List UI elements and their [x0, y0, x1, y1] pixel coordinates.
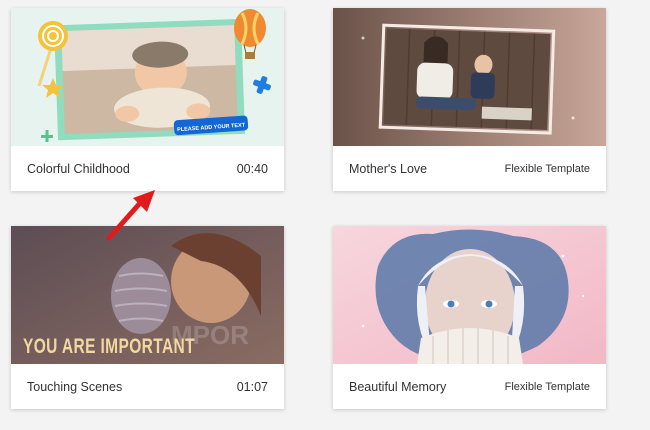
- template-card-touching-scenes[interactable]: MPOR YOU ARE IMPORTANT Touching Scenes 0…: [11, 226, 284, 409]
- template-title: Touching Scenes: [27, 379, 123, 394]
- template-footer: Beautiful Memory Flexible Template: [333, 364, 606, 409]
- template-type-label: Flexible Template: [504, 162, 590, 175]
- template-footer: Mother's Love Flexible Template: [333, 146, 606, 191]
- template-thumbnail[interactable]: PLEASE ADD YOUR TEXT: [11, 8, 284, 146]
- template-title: Colorful Childhood: [27, 161, 130, 176]
- red-arrow-icon: [103, 188, 159, 246]
- template-footer: Touching Scenes 01:07: [11, 364, 284, 409]
- template-card-beautiful-memory[interactable]: Beautiful Memory Flexible Template: [333, 226, 606, 409]
- overlay-headline: YOU ARE IMPORTANT: [23, 335, 195, 358]
- template-thumbnail[interactable]: [333, 8, 606, 146]
- template-card-mothers-love[interactable]: Mother's Love Flexible Template: [333, 8, 606, 191]
- template-thumbnail[interactable]: MPOR YOU ARE IMPORTANT: [11, 226, 284, 364]
- template-title: Mother's Love: [349, 161, 428, 176]
- template-duration: 00:40: [236, 161, 268, 176]
- template-thumbnail[interactable]: [333, 226, 606, 364]
- template-card-colorful-childhood[interactable]: PLEASE ADD YOUR TEXT Colorful Childhood …: [11, 8, 284, 191]
- template-duration: 01:07: [236, 379, 268, 394]
- template-title: Beautiful Memory: [349, 379, 447, 394]
- template-footer: Colorful Childhood 00:40: [11, 146, 284, 191]
- template-type-label: Flexible Template: [504, 380, 590, 393]
